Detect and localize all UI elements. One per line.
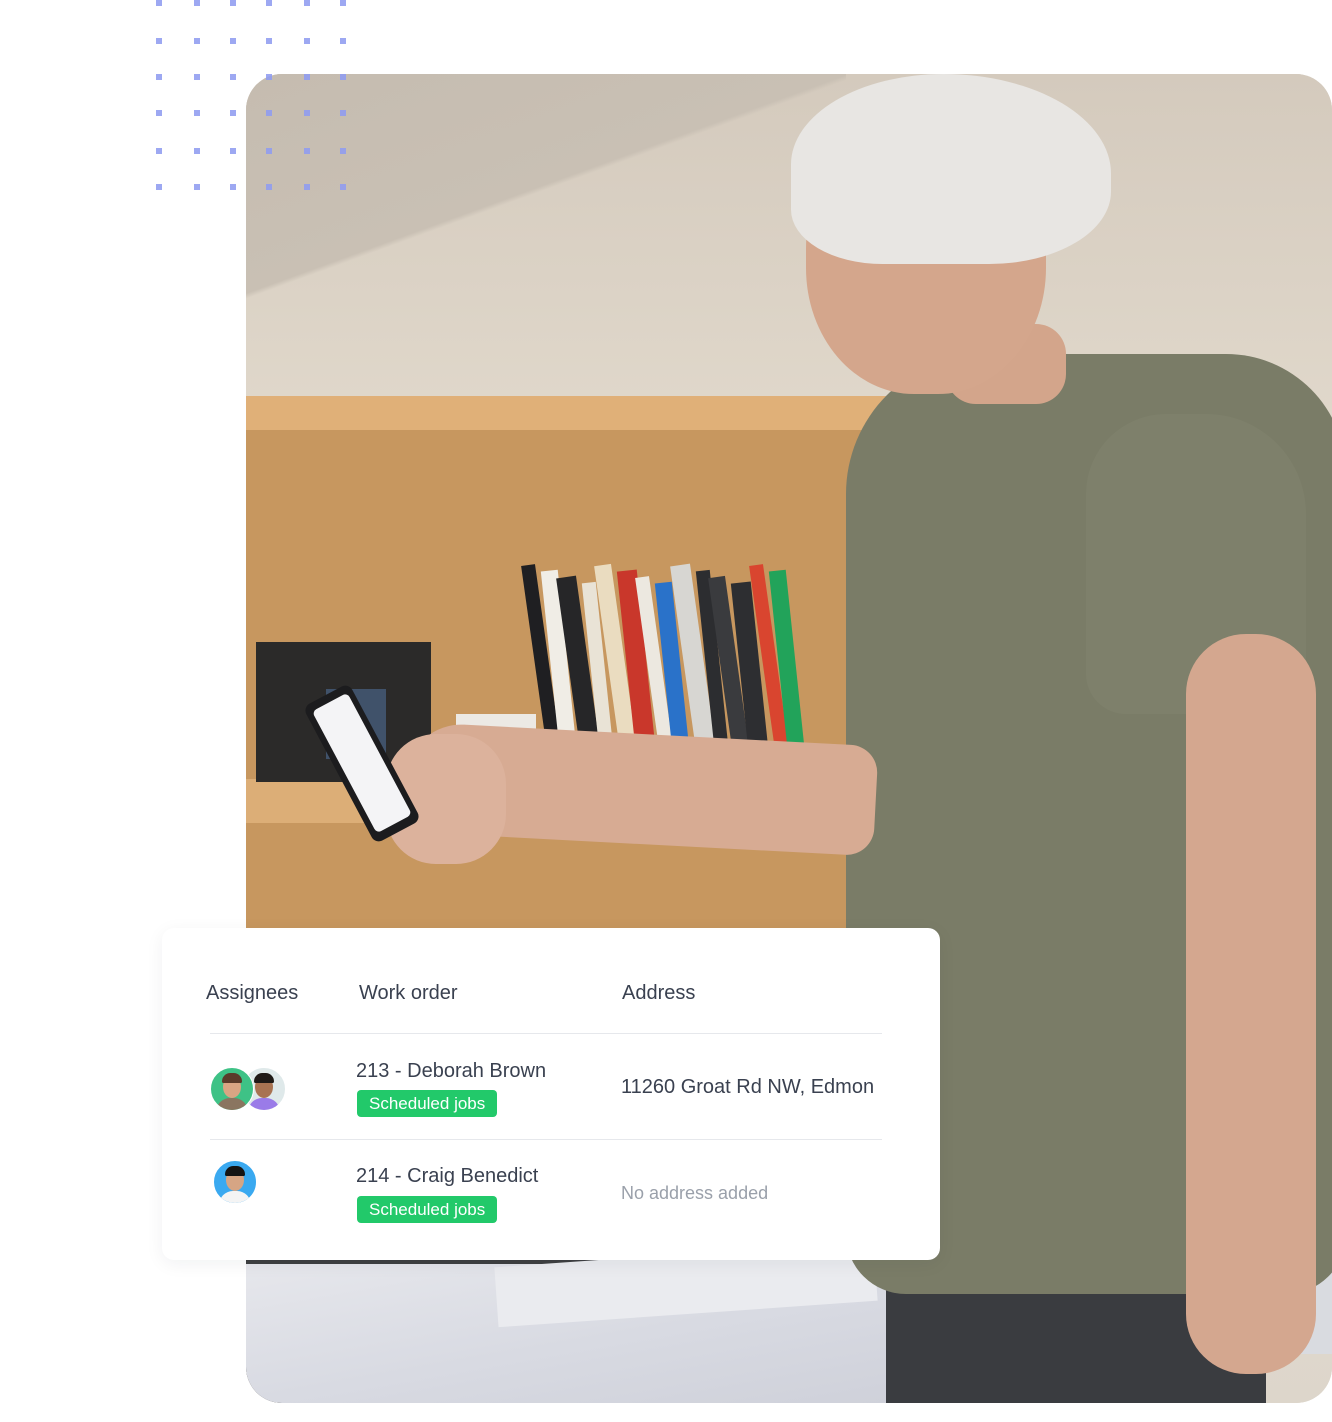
work-orders-card: Assignees Work order Address 213 - Debor… bbox=[162, 928, 940, 1260]
avatar-hair bbox=[254, 1073, 274, 1083]
photo-arm bbox=[1186, 634, 1316, 1374]
work-order-title[interactable]: 213 - Deborah Brown bbox=[356, 1060, 546, 1083]
decorative-dot bbox=[304, 0, 310, 6]
decorative-dot bbox=[230, 74, 236, 80]
decorative-dot bbox=[194, 184, 200, 190]
decorative-dot bbox=[156, 0, 162, 6]
decorative-dot bbox=[156, 110, 162, 116]
column-header-assignees: Assignees bbox=[206, 982, 299, 1004]
avatar-hair bbox=[225, 1166, 245, 1176]
status-badge: Scheduled jobs bbox=[357, 1090, 498, 1117]
avatar-body bbox=[216, 1098, 248, 1110]
decorative-dot bbox=[194, 148, 200, 154]
column-header-work-order: Work order bbox=[359, 982, 458, 1004]
avatar-body bbox=[219, 1191, 251, 1203]
photo-ceiling-slope bbox=[246, 74, 846, 404]
decorative-dot bbox=[156, 148, 162, 154]
decorative-dot bbox=[340, 38, 346, 44]
avatar-body bbox=[248, 1098, 280, 1110]
decorative-dot bbox=[340, 0, 346, 6]
decorative-dot bbox=[230, 148, 236, 154]
avatar-hair bbox=[222, 1073, 242, 1083]
decorative-dot bbox=[194, 74, 200, 80]
decorative-dot bbox=[230, 184, 236, 190]
decorative-dot bbox=[156, 74, 162, 80]
decorative-dot bbox=[194, 38, 200, 44]
decorative-dot bbox=[230, 38, 236, 44]
work-order-title[interactable]: 214 - Craig Benedict bbox=[356, 1165, 538, 1188]
address-empty-text: No address added bbox=[621, 1183, 769, 1203]
decorative-dot bbox=[266, 0, 272, 6]
decorative-dot bbox=[194, 110, 200, 116]
row-divider bbox=[210, 1139, 882, 1140]
decorative-dot bbox=[156, 38, 162, 44]
decorative-dot bbox=[230, 0, 236, 6]
photo-shelf-board bbox=[246, 396, 956, 430]
decorative-dot bbox=[156, 184, 162, 190]
column-header-address: Address bbox=[622, 982, 696, 1004]
avatar bbox=[210, 1067, 254, 1111]
address-text: 11260 Groat Rd NW, Edmon bbox=[621, 1076, 875, 1098]
header-divider bbox=[210, 1033, 882, 1034]
decorative-dot bbox=[230, 110, 236, 116]
avatar bbox=[213, 1160, 257, 1204]
decorative-dot bbox=[194, 0, 200, 6]
decorative-dot bbox=[266, 38, 272, 44]
status-badge: Scheduled jobs bbox=[357, 1196, 498, 1223]
decorative-dot bbox=[304, 38, 310, 44]
